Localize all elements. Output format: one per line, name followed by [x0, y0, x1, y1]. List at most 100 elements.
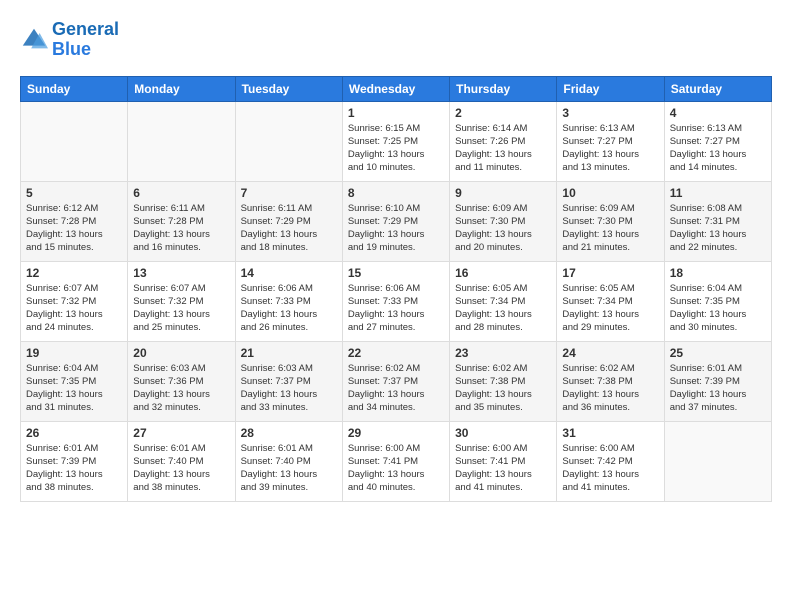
calendar-cell: 6 Sunrise: 6:11 AM Sunset: 7:28 PM Daylig… — [128, 181, 235, 261]
weekday-header-saturday: Saturday — [664, 76, 771, 101]
calendar-week-4: 19 Sunrise: 6:04 AM Sunset: 7:35 PM Dayli… — [21, 341, 772, 421]
weekday-header-monday: Monday — [128, 76, 235, 101]
day-number: 19 — [26, 346, 122, 360]
day-info: Sunrise: 6:01 AM Sunset: 7:39 PM Dayligh… — [670, 362, 766, 415]
day-number: 25 — [670, 346, 766, 360]
calendar-week-5: 26 Sunrise: 6:01 AM Sunset: 7:39 PM Dayli… — [21, 421, 772, 501]
day-info: Sunrise: 6:03 AM Sunset: 7:37 PM Dayligh… — [241, 362, 337, 415]
day-number: 7 — [241, 186, 337, 200]
calendar-cell: 11 Sunrise: 6:08 AM Sunset: 7:31 PM Dayli… — [664, 181, 771, 261]
day-info: Sunrise: 6:03 AM Sunset: 7:36 PM Dayligh… — [133, 362, 229, 415]
calendar-cell: 17 Sunrise: 6:05 AM Sunset: 7:34 PM Dayli… — [557, 261, 664, 341]
day-info: Sunrise: 6:00 AM Sunset: 7:42 PM Dayligh… — [562, 442, 658, 495]
calendar-cell: 16 Sunrise: 6:05 AM Sunset: 7:34 PM Dayli… — [450, 261, 557, 341]
day-info: Sunrise: 6:09 AM Sunset: 7:30 PM Dayligh… — [455, 202, 551, 255]
day-info: Sunrise: 6:01 AM Sunset: 7:39 PM Dayligh… — [26, 442, 122, 495]
calendar-cell: 26 Sunrise: 6:01 AM Sunset: 7:39 PM Dayli… — [21, 421, 128, 501]
day-number: 5 — [26, 186, 122, 200]
weekday-header-tuesday: Tuesday — [235, 76, 342, 101]
calendar-cell: 21 Sunrise: 6:03 AM Sunset: 7:37 PM Dayli… — [235, 341, 342, 421]
day-number: 13 — [133, 266, 229, 280]
day-number: 27 — [133, 426, 229, 440]
calendar-week-2: 5 Sunrise: 6:12 AM Sunset: 7:28 PM Daylig… — [21, 181, 772, 261]
day-number: 4 — [670, 106, 766, 120]
day-info: Sunrise: 6:11 AM Sunset: 7:29 PM Dayligh… — [241, 202, 337, 255]
day-number: 17 — [562, 266, 658, 280]
day-number: 29 — [348, 426, 444, 440]
day-number: 1 — [348, 106, 444, 120]
day-info: Sunrise: 6:14 AM Sunset: 7:26 PM Dayligh… — [455, 122, 551, 175]
day-number: 22 — [348, 346, 444, 360]
calendar-cell — [21, 101, 128, 181]
day-info: Sunrise: 6:04 AM Sunset: 7:35 PM Dayligh… — [670, 282, 766, 335]
logo: General Blue — [20, 20, 119, 60]
day-number: 16 — [455, 266, 551, 280]
calendar-cell: 14 Sunrise: 6:06 AM Sunset: 7:33 PM Dayli… — [235, 261, 342, 341]
calendar-cell: 20 Sunrise: 6:03 AM Sunset: 7:36 PM Dayli… — [128, 341, 235, 421]
day-number: 14 — [241, 266, 337, 280]
weekday-header-friday: Friday — [557, 76, 664, 101]
calendar-cell — [235, 101, 342, 181]
calendar-cell: 3 Sunrise: 6:13 AM Sunset: 7:27 PM Daylig… — [557, 101, 664, 181]
calendar-week-1: 1 Sunrise: 6:15 AM Sunset: 7:25 PM Daylig… — [21, 101, 772, 181]
day-number: 20 — [133, 346, 229, 360]
day-info: Sunrise: 6:05 AM Sunset: 7:34 PM Dayligh… — [455, 282, 551, 335]
calendar-body: 1 Sunrise: 6:15 AM Sunset: 7:25 PM Daylig… — [21, 101, 772, 501]
day-number: 26 — [26, 426, 122, 440]
day-info: Sunrise: 6:13 AM Sunset: 7:27 PM Dayligh… — [670, 122, 766, 175]
day-info: Sunrise: 6:05 AM Sunset: 7:34 PM Dayligh… — [562, 282, 658, 335]
day-number: 21 — [241, 346, 337, 360]
calendar-cell: 30Sunrise: 6:00 AM Sunset: 7:41 PM Dayli… — [450, 421, 557, 501]
day-number: 15 — [348, 266, 444, 280]
day-info: Sunrise: 6:02 AM Sunset: 7:38 PM Dayligh… — [562, 362, 658, 415]
logo-icon — [20, 26, 48, 54]
calendar-cell: 15 Sunrise: 6:06 AM Sunset: 7:33 PM Dayli… — [342, 261, 449, 341]
day-info: Sunrise: 6:09 AM Sunset: 7:30 PM Dayligh… — [562, 202, 658, 255]
day-info: Sunrise: 6:11 AM Sunset: 7:28 PM Dayligh… — [133, 202, 229, 255]
calendar-cell: 2Sunrise: 6:14 AM Sunset: 7:26 PM Daylig… — [450, 101, 557, 181]
day-number: 24 — [562, 346, 658, 360]
calendar-cell: 4 Sunrise: 6:13 AM Sunset: 7:27 PM Daylig… — [664, 101, 771, 181]
day-number: 31 — [562, 426, 658, 440]
day-info: Sunrise: 6:06 AM Sunset: 7:33 PM Dayligh… — [241, 282, 337, 335]
day-number: 3 — [562, 106, 658, 120]
day-info: Sunrise: 6:07 AM Sunset: 7:32 PM Dayligh… — [133, 282, 229, 335]
weekday-header-thursday: Thursday — [450, 76, 557, 101]
day-info: Sunrise: 6:00 AM Sunset: 7:41 PM Dayligh… — [348, 442, 444, 495]
page-header: General Blue — [20, 20, 772, 60]
day-info: Sunrise: 6:10 AM Sunset: 7:29 PM Dayligh… — [348, 202, 444, 255]
day-info: Sunrise: 6:02 AM Sunset: 7:37 PM Dayligh… — [348, 362, 444, 415]
day-info: Sunrise: 6:01 AM Sunset: 7:40 PM Dayligh… — [133, 442, 229, 495]
day-number: 8 — [348, 186, 444, 200]
day-number: 10 — [562, 186, 658, 200]
day-info: Sunrise: 6:04 AM Sunset: 7:35 PM Dayligh… — [26, 362, 122, 415]
calendar-cell — [664, 421, 771, 501]
day-info: Sunrise: 6:07 AM Sunset: 7:32 PM Dayligh… — [26, 282, 122, 335]
day-info: Sunrise: 6:02 AM Sunset: 7:38 PM Dayligh… — [455, 362, 551, 415]
day-number: 18 — [670, 266, 766, 280]
calendar-cell: 28Sunrise: 6:01 AM Sunset: 7:40 PM Dayli… — [235, 421, 342, 501]
day-info: Sunrise: 6:13 AM Sunset: 7:27 PM Dayligh… — [562, 122, 658, 175]
calendar-cell: 8 Sunrise: 6:10 AM Sunset: 7:29 PM Daylig… — [342, 181, 449, 261]
day-info: Sunrise: 6:12 AM Sunset: 7:28 PM Dayligh… — [26, 202, 122, 255]
day-info: Sunrise: 6:06 AM Sunset: 7:33 PM Dayligh… — [348, 282, 444, 335]
logo-text: General Blue — [52, 20, 119, 60]
day-info: Sunrise: 6:15 AM Sunset: 7:25 PM Dayligh… — [348, 122, 444, 175]
calendar-cell: 31 Sunrise: 6:00 AM Sunset: 7:42 PM Dayli… — [557, 421, 664, 501]
day-info: Sunrise: 6:08 AM Sunset: 7:31 PM Dayligh… — [670, 202, 766, 255]
day-number: 11 — [670, 186, 766, 200]
calendar-table: SundayMondayTuesdayWednesdayThursdayFrid… — [20, 76, 772, 502]
weekday-header-wednesday: Wednesday — [342, 76, 449, 101]
day-number: 30 — [455, 426, 551, 440]
calendar-cell: 5 Sunrise: 6:12 AM Sunset: 7:28 PM Daylig… — [21, 181, 128, 261]
day-number: 28 — [241, 426, 337, 440]
day-number: 9 — [455, 186, 551, 200]
weekday-header-row: SundayMondayTuesdayWednesdayThursdayFrid… — [21, 76, 772, 101]
calendar-cell: 10 Sunrise: 6:09 AM Sunset: 7:30 PM Dayli… — [557, 181, 664, 261]
calendar-week-3: 12Sunrise: 6:07 AM Sunset: 7:32 PM Dayli… — [21, 261, 772, 341]
calendar-cell: 29 Sunrise: 6:00 AM Sunset: 7:41 PM Dayli… — [342, 421, 449, 501]
calendar-cell: 1 Sunrise: 6:15 AM Sunset: 7:25 PM Daylig… — [342, 101, 449, 181]
calendar-cell: 18 Sunrise: 6:04 AM Sunset: 7:35 PM Dayli… — [664, 261, 771, 341]
day-number: 6 — [133, 186, 229, 200]
calendar-cell — [128, 101, 235, 181]
